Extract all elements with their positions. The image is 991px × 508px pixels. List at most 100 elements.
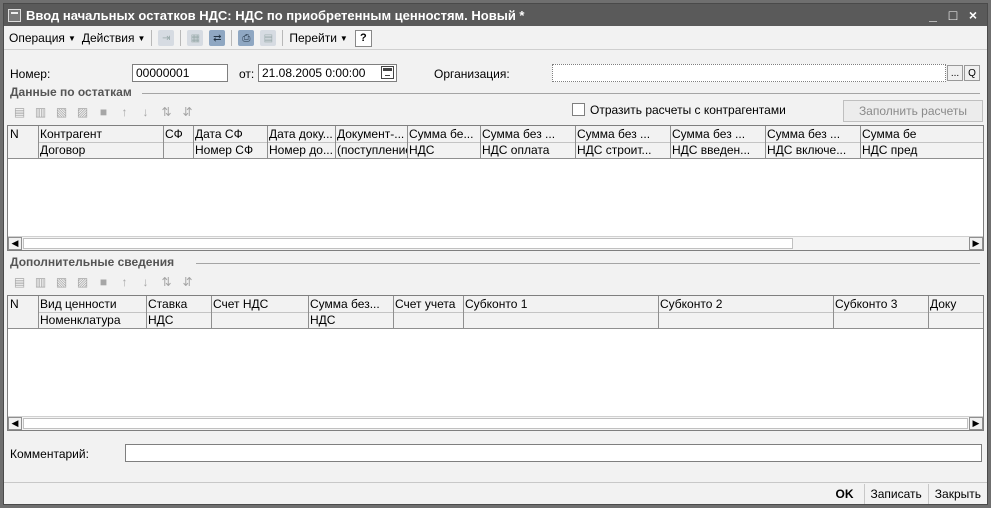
column-header[interactable]: Контрагент	[38, 127, 163, 142]
sort-desc-icon[interactable]: ⇵	[180, 274, 195, 289]
close-button[interactable]: Закрыть	[927, 483, 987, 504]
move-up-icon[interactable]: ↑	[117, 104, 132, 119]
help-button[interactable]: ?	[354, 29, 372, 47]
column-header[interactable]: НДС строит...	[575, 143, 670, 158]
copy-row-icon[interactable]: ▥	[33, 274, 48, 289]
additional-hscrollbar[interactable]: ◀ ▶	[8, 416, 983, 430]
column-header[interactable]: СФ	[163, 127, 193, 142]
sort-asc-icon[interactable]: ⇅	[159, 104, 174, 119]
add-row-icon[interactable]: ▤	[12, 104, 27, 119]
column-header[interactable]: НДС включе...	[765, 143, 860, 158]
column-header[interactable]: НДС пред	[860, 143, 983, 158]
column-header[interactable]: Счет НДС	[211, 297, 308, 312]
column-header[interactable]: Сумма бе...	[407, 127, 480, 142]
column-header[interactable]: Номер СФ	[193, 143, 267, 158]
column-divider	[658, 296, 659, 329]
column-header[interactable]: Сумма без ...	[575, 127, 670, 142]
balances-table[interactable]: N Контрагент Договор СФ Дата СФ Номер СФ…	[7, 125, 984, 251]
end-edit-icon[interactable]: ■	[96, 274, 111, 289]
additional-table[interactable]: N Вид ценности Номенклатура Ставка НДС С…	[7, 295, 984, 431]
scroll-right-icon[interactable]: ▶	[969, 237, 983, 250]
column-header[interactable]: Доку	[928, 297, 983, 312]
report-icon[interactable]: ▤	[260, 30, 277, 46]
column-header[interactable]: НДС введен...	[670, 143, 765, 158]
menu-operation[interactable]: Операция ▼	[6, 31, 79, 45]
column-header[interactable]: Сумма без ...	[765, 127, 860, 142]
column-header[interactable]: Номенклатура	[38, 313, 146, 328]
close-window-button[interactable]: ×	[963, 5, 983, 24]
column-header[interactable]: N	[8, 127, 38, 142]
add-row-icon[interactable]: ▤	[12, 274, 27, 289]
column-header[interactable]: НДС	[308, 313, 393, 328]
column-divider	[765, 126, 766, 159]
column-header[interactable]: Сумма без ...	[480, 127, 575, 142]
column-header[interactable]: Сумма без...	[308, 297, 393, 312]
search-icon[interactable]: Q	[964, 65, 980, 81]
column-header[interactable]: Договор	[38, 143, 163, 158]
calendar-icon[interactable]	[381, 66, 394, 79]
scroll-left-icon[interactable]: ◀	[8, 417, 22, 430]
toolbar-separator	[180, 30, 182, 46]
minimize-button[interactable]: _	[923, 5, 943, 24]
column-header[interactable]: Номер до...	[267, 143, 335, 158]
column-header[interactable]: Субконто 1	[463, 297, 658, 312]
edit-row-icon[interactable]: ▧	[54, 274, 69, 289]
delete-row-icon[interactable]: ▨	[75, 104, 90, 119]
column-divider	[211, 296, 212, 329]
sort-asc-icon[interactable]: ⇅	[159, 274, 174, 289]
column-header[interactable]: НДС оплата	[480, 143, 575, 158]
scroll-thumb[interactable]	[23, 418, 968, 429]
column-header[interactable]: Субконто 3	[833, 297, 928, 312]
fill-settlements-button[interactable]: Заполнить расчеты	[843, 100, 983, 122]
move-up-icon[interactable]: ↑	[117, 274, 132, 289]
move-down-icon[interactable]: ↓	[138, 104, 153, 119]
column-header[interactable]: Дата СФ	[193, 127, 267, 142]
organization-label: Организация:	[434, 67, 510, 81]
column-divider	[308, 296, 309, 329]
select-button[interactable]: ...	[947, 65, 963, 81]
chevron-down-icon: ▼	[67, 33, 76, 43]
column-header[interactable]: Документ-...	[335, 127, 407, 142]
save-button[interactable]: Записать	[863, 483, 928, 504]
balances-toolbar: ▤ ▥ ▧ ▨ ■ ↑ ↓ ⇅ ⇵	[12, 104, 201, 119]
title-bar[interactable]: Ввод начальных остатков НДС: НДС по прио…	[4, 4, 987, 26]
column-header[interactable]: НДС	[146, 313, 211, 328]
copy-row-icon[interactable]: ▥	[33, 104, 48, 119]
move-down-icon[interactable]: ↓	[138, 274, 153, 289]
column-header[interactable]: Сумма бе	[860, 127, 983, 142]
scroll-thumb[interactable]	[23, 238, 793, 249]
scroll-left-icon[interactable]: ◀	[8, 237, 22, 250]
column-divider	[833, 296, 834, 329]
edit-row-icon[interactable]: ▧	[54, 104, 69, 119]
column-header[interactable]: (поступление	[335, 143, 407, 158]
maximize-button[interactable]: □	[943, 5, 963, 24]
ok-button[interactable]: OK	[830, 484, 864, 504]
menu-goto[interactable]: Перейти ▼	[286, 31, 350, 45]
column-header[interactable]: Дата доку...	[267, 127, 335, 142]
column-header[interactable]: Субконто 2	[658, 297, 833, 312]
column-header[interactable]: НДС	[407, 143, 480, 158]
structure-icon[interactable]: ⇄	[209, 30, 226, 46]
comment-field[interactable]	[125, 444, 982, 462]
print-icon[interactable]: ⎙	[238, 30, 255, 46]
column-header[interactable]: Сумма без ...	[670, 127, 765, 142]
date-field[interactable]: 21.08.2005 0:00:00	[258, 64, 397, 82]
column-header[interactable]: N	[8, 297, 38, 312]
movements-icon[interactable]: ▦	[187, 30, 204, 46]
menu-actions[interactable]: Действия ▼	[79, 31, 149, 45]
scroll-right-icon[interactable]: ▶	[969, 417, 983, 430]
organization-field[interactable]	[552, 64, 946, 82]
column-header[interactable]: Ставка	[146, 297, 211, 312]
column-header[interactable]: Вид ценности	[38, 297, 146, 312]
end-edit-icon[interactable]: ■	[96, 104, 111, 119]
number-field[interactable]: 00000001	[132, 64, 228, 82]
sort-desc-icon[interactable]: ⇵	[180, 104, 195, 119]
delete-row-icon[interactable]: ▨	[75, 274, 90, 289]
column-divider	[407, 126, 408, 159]
column-header[interactable]: Счет учета	[393, 297, 463, 312]
post-icon[interactable]: ⇥	[158, 30, 175, 46]
balances-hscrollbar[interactable]: ◀ ▶	[8, 236, 983, 250]
reflect-settlements-checkbox[interactable]	[572, 103, 585, 116]
menu-operation-label: Операция	[9, 31, 65, 45]
column-divider	[38, 296, 39, 329]
